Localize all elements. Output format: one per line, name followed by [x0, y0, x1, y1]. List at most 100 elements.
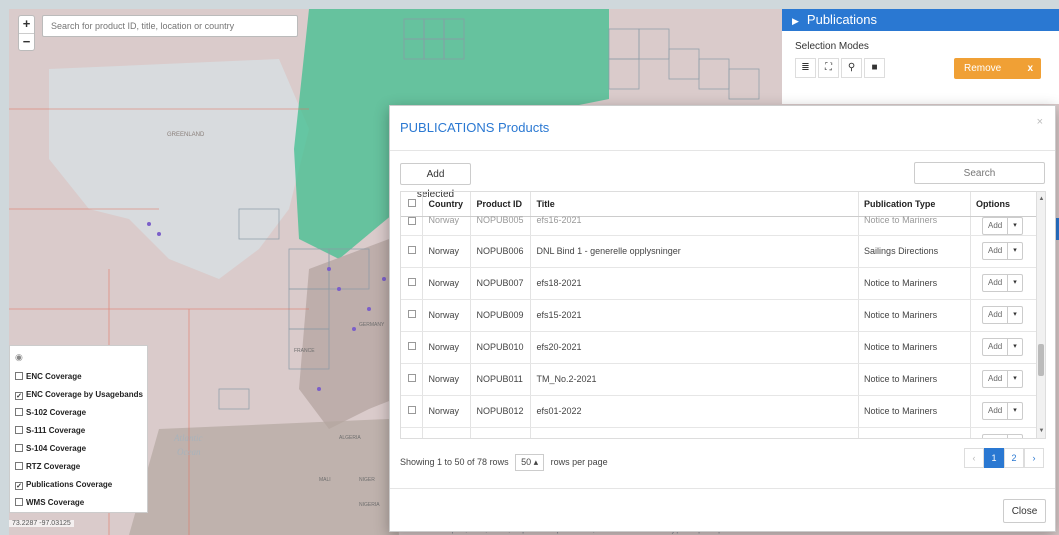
selection-modes-label: Selection Modes [795, 41, 869, 52]
legend-label: S-111 Coverage [26, 426, 86, 435]
legend-label: S-102 Coverage [26, 408, 87, 417]
legend-item[interactable]: ✓ ENC Coverage by Usagebands [15, 386, 143, 404]
row-checkbox[interactable] [407, 342, 416, 350]
map-label-germany: GERMANY [359, 322, 385, 328]
close-button[interactable]: Close [1003, 499, 1046, 523]
map-label-algeria: ALGERIA [339, 435, 361, 441]
column-country[interactable]: Country [422, 192, 472, 217]
legend-checkbox[interactable]: ✓ [15, 392, 23, 400]
cell-title: efs01-2021 [530, 427, 860, 438]
zoom-out-button[interactable]: − [19, 33, 34, 50]
add-selected-button[interactable]: Add selected [400, 163, 471, 200]
scroll-down-icon[interactable]: ▼ [1037, 428, 1045, 434]
page-1-button[interactable]: 1 [984, 448, 1004, 468]
page-2-button[interactable]: 2 [1004, 448, 1024, 468]
column-options: Options [970, 192, 1038, 217]
publications-panel: ▶ Publications Selection Modes ≣ ⛶ ⚲ ■ Re… [782, 9, 1059, 104]
row-checkbox[interactable] [407, 216, 416, 225]
legend-item[interactable]: RTZ Coverage [15, 458, 142, 476]
add-label: Add [987, 310, 1003, 319]
legend-item[interactable]: S-111 Coverage [15, 422, 142, 440]
chevron-down-icon: ▾ [1007, 307, 1022, 323]
table-row: Norway NOPUB006 DNL Bind 1 - generelle opp… [401, 235, 1038, 268]
map-label-niger: NIGER [359, 477, 375, 483]
coverage-legend: ◉ ENC Coverage ✓ ENC Coverage by Usageband… [9, 345, 148, 513]
cell-title: efs20-2021 [530, 331, 860, 364]
legend-checkbox[interactable]: ✓ [15, 482, 23, 490]
legend-checkbox[interactable] [15, 462, 23, 470]
column-product-id[interactable]: Product ID [470, 192, 532, 217]
map-search-input[interactable] [42, 15, 298, 37]
legend-checkbox[interactable] [15, 372, 23, 380]
modal-footer-divider [390, 488, 1055, 489]
add-dropdown[interactable]: Add▾ [981, 370, 1023, 388]
page-size-select[interactable]: 50 ▴ [515, 454, 545, 471]
page-prev-button[interactable]: ‹ [964, 448, 984, 468]
publications-header[interactable]: ▶ Publications [782, 9, 1059, 31]
legend-item[interactable]: ENC Coverage [15, 368, 142, 386]
legend-checkbox[interactable] [15, 498, 23, 506]
legend-item[interactable]: S-102 Coverage [15, 404, 142, 422]
select-all-checkbox[interactable] [401, 192, 424, 217]
remove-x-icon: x [1027, 63, 1033, 74]
cell-type: Notice to Mariners [858, 363, 971, 396]
cell-title: TM_No.2-2021 [530, 363, 860, 396]
add-dropdown[interactable]: Add▾ [981, 434, 1023, 438]
legend-radio-icon[interactable]: ◉ [15, 352, 142, 363]
add-dropdown[interactable]: Add▾ [981, 274, 1023, 292]
list-icon[interactable]: ≣ [795, 58, 816, 78]
legend-item[interactable]: ✓ Publications Coverage [15, 476, 142, 494]
row-checkbox[interactable] [408, 438, 416, 439]
row-checkbox[interactable] [407, 374, 416, 382]
map-label-nigeria: NIGERIA [359, 502, 380, 508]
add-label: Add [987, 374, 1003, 383]
publications-title: Publications [806, 12, 878, 27]
polygon-select-icon[interactable]: ⛶ [818, 58, 839, 78]
add-label: Add [987, 246, 1003, 255]
map-label-mali: MALI [319, 477, 331, 483]
row-checkbox[interactable] [407, 310, 416, 318]
cell-country: Norway [422, 267, 472, 300]
close-icon[interactable]: × [1037, 116, 1043, 128]
table-row: NorwayNOPUB013efs01-2021Notice to Marine… [401, 427, 1038, 439]
cell-country: Norway [422, 215, 472, 236]
publications-products-modal: PUBLICATIONS Products × Add selected Cou… [389, 105, 1056, 532]
column-title[interactable]: Title [530, 192, 860, 217]
legend-label: Publications Coverage [26, 480, 113, 489]
scroll-thumb[interactable] [1038, 344, 1044, 376]
cell-product-id: NOPUB007 [470, 267, 532, 300]
legend-checkbox[interactable] [15, 426, 23, 434]
add-dropdown[interactable]: Add ▾ [981, 306, 1023, 324]
legend-checkbox[interactable] [15, 444, 23, 452]
cell-type: Notice to Mariners [858, 331, 971, 364]
table-scrollbar[interactable]: ▲ ▼ [1036, 192, 1045, 438]
cell-type: Notice to Mariners [858, 267, 971, 300]
zoom-in-button[interactable]: + [19, 16, 34, 33]
cell-type: Sailings Directions [858, 235, 971, 268]
pin-icon[interactable]: ⚲ [841, 58, 862, 78]
legend-label: ENC Coverage by Usagebands [26, 390, 143, 399]
table-search-input[interactable] [914, 162, 1045, 184]
chevron-down-icon: ▾ [1007, 339, 1022, 355]
add-dropdown[interactable]: Add ▾ [981, 242, 1023, 260]
row-checkbox[interactable] [407, 246, 416, 254]
legend-item[interactable]: S-104 Coverage [15, 440, 142, 458]
square-icon[interactable]: ■ [864, 58, 885, 78]
legend-checkbox[interactable] [15, 408, 23, 416]
page-next-button[interactable]: › [1024, 448, 1044, 468]
add-dropdown[interactable]: Add▾ [981, 402, 1023, 420]
column-publication-type[interactable]: Publication Type [858, 192, 971, 217]
cell-country: Norway [422, 395, 472, 428]
legend-item[interactable]: WMS Coverage [15, 494, 142, 512]
row-checkbox[interactable] [407, 278, 416, 286]
scroll-up-icon[interactable]: ▲ [1037, 196, 1045, 202]
chevron-down-icon: ▾ [1007, 217, 1022, 234]
legend-label: RTZ Coverage [26, 462, 81, 471]
add-dropdown[interactable]: Add▾ [981, 338, 1023, 356]
add-dropdown[interactable]: Add▾ [981, 216, 1023, 235]
products-table: Country Product ID Title Publication Typ… [400, 191, 1046, 439]
row-checkbox[interactable] [407, 406, 416, 414]
chevron-down-icon: ▾ [1007, 243, 1022, 259]
remove-button[interactable]: Remove x [954, 58, 1041, 79]
cell-product-id: NOPUB012 [470, 395, 532, 428]
